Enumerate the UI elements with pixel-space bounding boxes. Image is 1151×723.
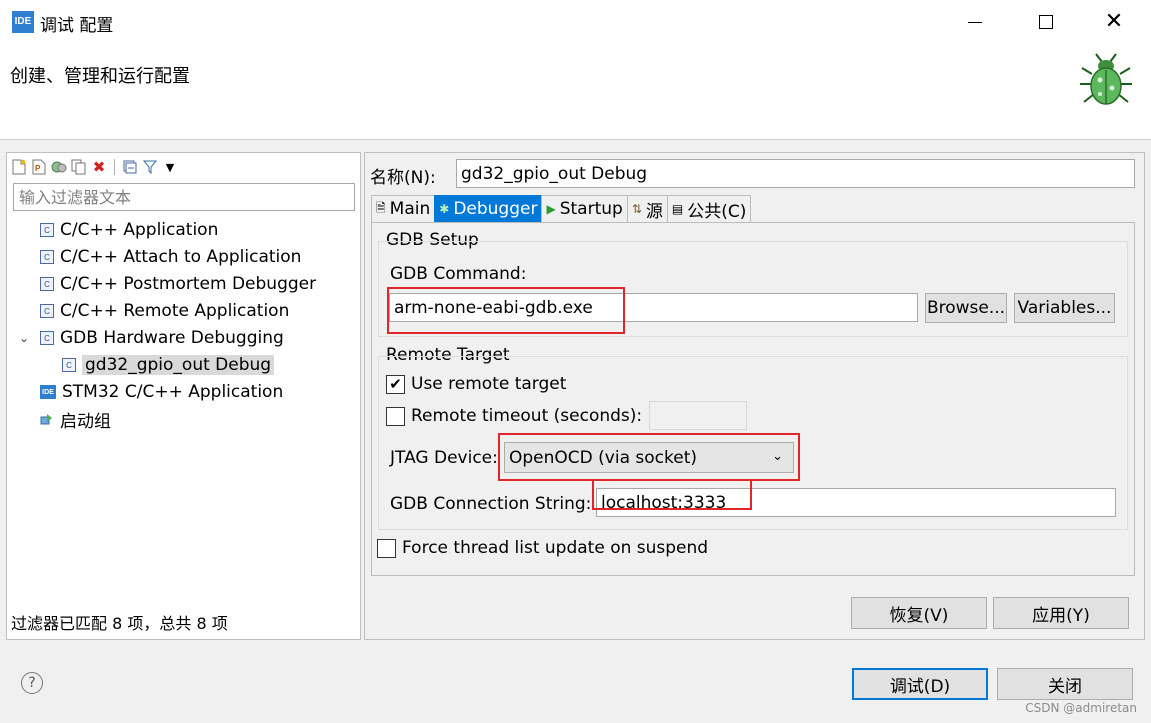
c-app-icon: C: [40, 304, 54, 318]
tree-item-c-postmortem[interactable]: C C/C++ Postmortem Debugger: [40, 271, 316, 297]
startup-tab-icon: ▶: [546, 202, 556, 216]
remote-timeout-label: Remote timeout (seconds):: [411, 406, 643, 426]
gdb-connection-input[interactable]: [596, 488, 1116, 517]
debug-button[interactable]: 调试(D): [852, 668, 988, 700]
force-thread-update-label: Force thread list update on suspend: [402, 538, 709, 558]
jtag-device-label: JTAG Device:: [390, 448, 498, 468]
tab-common[interactable]: ▤ 公共(C): [666, 195, 752, 222]
tree-item-label: gd32_gpio_out Debug: [82, 355, 275, 375]
tree-item-c-attach[interactable]: C C/C++ Attach to Application: [40, 244, 301, 270]
tree-item-label: C/C++ Application: [60, 220, 219, 240]
configuration-editor-panel: 名称(N): 🗎 Main ✱ Debugger ▶ Startup ⇅ 源 ▤…: [364, 152, 1145, 640]
apply-button[interactable]: 应用(Y): [993, 597, 1129, 629]
configuration-toolbar: P ✖ ▼: [11, 157, 178, 177]
name-label: 名称(N):: [370, 168, 436, 188]
maximize-icon: [1039, 15, 1053, 29]
view-menu-icon[interactable]: ▼: [162, 159, 178, 175]
close-icon: ✕: [1104, 9, 1124, 34]
tab-label: 公共(C): [687, 201, 747, 222]
remote-timeout-input: [649, 401, 747, 430]
c-app-icon: C: [40, 223, 54, 237]
main-tab-icon: 🗎: [376, 200, 386, 215]
tab-main[interactable]: 🗎 Main: [371, 195, 436, 222]
tab-label: Startup: [559, 199, 623, 219]
toolbar-separator: [114, 159, 115, 175]
close-button[interactable]: 关闭: [997, 668, 1133, 700]
jtag-device-select[interactable]: OpenOCD (via socket) ⌄: [504, 442, 794, 473]
ide-app-icon: IDE: [12, 11, 34, 33]
c-app-icon: C: [40, 250, 54, 264]
tree-item-label: STM32 C/C++ Application: [62, 382, 284, 402]
chevron-down-icon: ⌄: [772, 449, 783, 464]
tree-item-gd32-debug[interactable]: C gd32_gpio_out Debug: [62, 352, 275, 378]
tree-item-launch-group[interactable]: 启动组: [40, 406, 111, 432]
source-tab-icon: ⇅: [631, 202, 642, 216]
new-prototype-icon[interactable]: P: [31, 159, 47, 175]
configuration-list-panel: P ✖ ▼ C C/C++ Application C C/C++ Attach…: [6, 152, 361, 640]
new-configuration-icon[interactable]: [11, 159, 27, 175]
tab-label: Main: [389, 199, 431, 219]
common-tab-icon: ▤: [671, 202, 684, 216]
dialog-header-title: 创建、管理和运行配置: [10, 66, 190, 87]
help-icon[interactable]: ?: [21, 672, 43, 694]
tree-item-gdb-hardware[interactable]: ⌄ C GDB Hardware Debugging: [19, 325, 284, 351]
gdb-command-label: GDB Command:: [390, 264, 527, 284]
tab-label: Debugger: [453, 199, 538, 219]
close-window-button[interactable]: ✕: [1094, 6, 1134, 38]
minimize-button[interactable]: [955, 6, 995, 38]
use-remote-target-checkbox[interactable]: ✔: [386, 375, 405, 394]
tree-item-label: C/C++ Attach to Application: [60, 247, 302, 267]
tab-debugger[interactable]: ✱ Debugger: [434, 195, 543, 222]
filter-status: 过滤器已匹配 8 项，总共 8 项: [11, 614, 228, 633]
ide-icon: IDE: [40, 385, 56, 399]
force-thread-update-checkbox[interactable]: [377, 539, 396, 558]
tab-bar: 🗎 Main ✱ Debugger ▶ Startup ⇅ 源 ▤ 公共(C): [371, 195, 752, 222]
tree-item-label: GDB Hardware Debugging: [60, 328, 284, 348]
checkmark-icon: ✔: [389, 375, 402, 393]
export-icon[interactable]: [51, 159, 67, 175]
tree-item-label: C/C++ Postmortem Debugger: [60, 274, 317, 294]
name-input[interactable]: [456, 159, 1135, 188]
c-app-icon: C: [40, 277, 54, 291]
watermark: CSDN @admiretan: [1025, 701, 1137, 715]
tab-source[interactable]: ⇅ 源: [626, 195, 668, 222]
tree-item-c-application[interactable]: C C/C++ Application: [40, 217, 218, 243]
tab-startup[interactable]: ▶ Startup: [541, 195, 628, 222]
filter-input[interactable]: [13, 183, 355, 211]
revert-button[interactable]: 恢复(V): [851, 597, 987, 629]
jtag-device-value: OpenOCD (via socket): [509, 447, 697, 468]
c-app-icon: C: [40, 331, 54, 345]
maximize-button[interactable]: [1026, 6, 1066, 38]
remote-timeout-checkbox[interactable]: [386, 407, 405, 426]
browse-button[interactable]: Browse...: [925, 293, 1007, 323]
tree-item-stm32[interactable]: IDE STM32 C/C++ Application: [40, 379, 283, 405]
minimize-icon: [968, 21, 982, 23]
tab-label: 源: [645, 201, 663, 222]
duplicate-icon[interactable]: [71, 159, 87, 175]
svg-text:P: P: [35, 164, 41, 173]
tree-item-label: 启动组: [60, 411, 111, 432]
gdb-command-input[interactable]: [389, 293, 918, 322]
gdb-connection-label: GDB Connection String:: [390, 494, 592, 514]
collapse-all-icon[interactable]: [122, 159, 138, 175]
debug-bug-icon: [1080, 53, 1132, 105]
use-remote-target-label: Use remote target: [411, 374, 567, 394]
delete-icon[interactable]: ✖: [91, 159, 107, 175]
variables-button[interactable]: Variables...: [1014, 293, 1115, 323]
title-bar: IDE 调试 配置 ✕: [0, 0, 1151, 44]
chevron-down-icon[interactable]: ⌄: [19, 331, 34, 345]
c-app-icon: C: [62, 358, 76, 372]
debugger-tab-panel: GDB Setup GDB Command: Browse... Variabl…: [371, 222, 1135, 576]
filter-icon[interactable]: [142, 159, 158, 175]
tree-item-c-remote[interactable]: C C/C++ Remote Application: [40, 298, 289, 324]
dialog-header: 创建、管理和运行配置: [0, 44, 1151, 140]
debugger-tab-icon: ✱: [439, 202, 450, 216]
launch-group-icon: [40, 412, 54, 426]
window-title: 调试 配置: [40, 16, 114, 36]
tree-item-label: C/C++ Remote Application: [60, 301, 290, 321]
